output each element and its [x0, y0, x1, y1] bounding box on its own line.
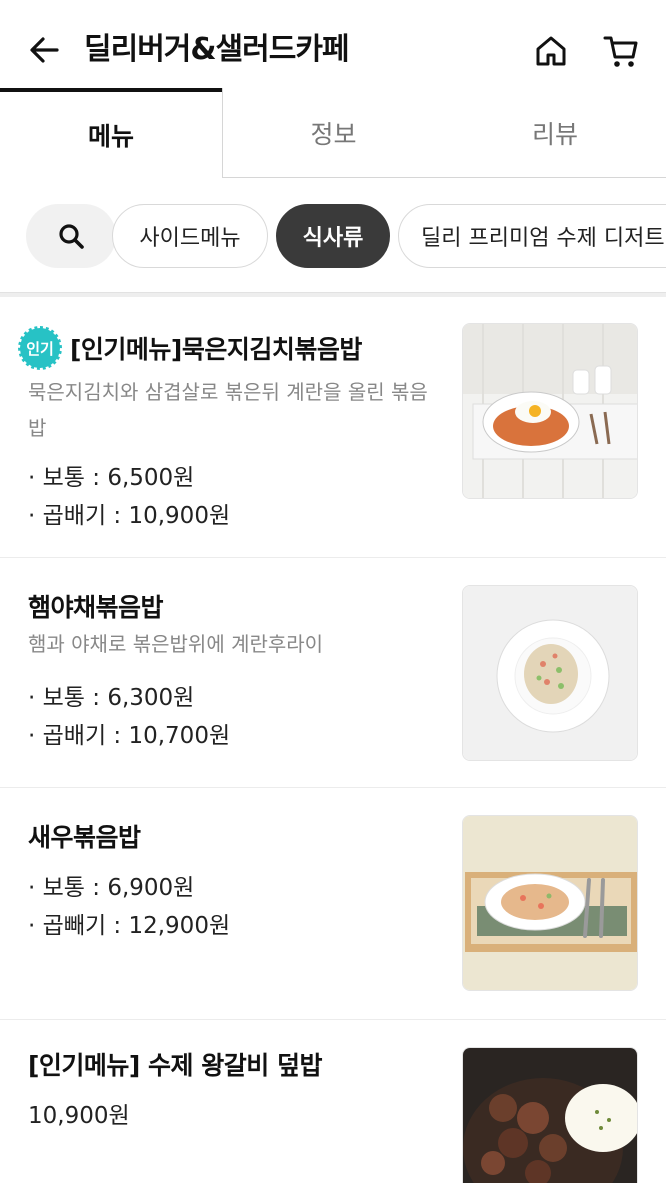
category-search-button[interactable]: [26, 204, 116, 268]
menu-item-shrimp-fried-rice[interactable]: 새우볶음밥 · 보통 : 6,900원 · 곱빼기 : 12,900원: [0, 788, 666, 1020]
chip-side-menu[interactable]: 사이드메뉴: [112, 204, 268, 268]
search-icon: [59, 224, 84, 249]
price-large: · 곱배기 : 10,900원: [28, 503, 231, 529]
price: 10,900원: [28, 1103, 130, 1129]
app-header: 딜리버거&샐러드카페: [0, 0, 666, 92]
menu-item-photo: [462, 815, 638, 991]
popular-badge: 인기: [18, 326, 62, 370]
menu-item-name: [인기메뉴]묵은지김치볶음밥: [70, 335, 362, 364]
tab-menu[interactable]: 메뉴: [0, 88, 222, 178]
price-regular: · 보통 : 6,500원: [28, 465, 195, 491]
menu-item-kimchi-fried-rice[interactable]: 인기 [인기메뉴]묵은지김치볶음밥 묵은지김치와 삼겹살로 볶은뒤 계란을 올린…: [0, 298, 666, 558]
menu-item-photo: [462, 323, 638, 499]
section-divider: [0, 292, 666, 297]
menu-item-galbi-rice-bowl[interactable]: [인기메뉴] 수제 왕갈비 덮밥 10,900원: [0, 1020, 666, 1183]
price-regular: · 보통 : 6,300원: [28, 685, 195, 711]
home-button[interactable]: [530, 30, 572, 72]
menu-item-description: 햄과 야채로 볶은밥위에 계란후라이: [28, 632, 324, 656]
menu-item-description: 묵은지김치와 삼겹살로 볶은뒤 계란을 올린 볶음밥: [28, 380, 428, 440]
menu-item-name: 햄야채볶음밥: [28, 593, 164, 622]
tab-reviews[interactable]: 리뷰: [444, 88, 666, 178]
cart-icon: [603, 36, 638, 67]
tab-bar: 메뉴 정보 리뷰: [0, 88, 666, 178]
price-large: · 곱빼기 : 12,900원: [28, 913, 231, 939]
chip-meals[interactable]: 식사류: [276, 204, 390, 268]
tab-info[interactable]: 정보: [222, 88, 444, 178]
arrow-left-icon: [30, 37, 59, 63]
menu-item-ham-vegetable-fried-rice[interactable]: 햄야채볶음밥 햄과 야채로 볶은밥위에 계란후라이 · 보통 : 6,300원 …: [0, 558, 666, 788]
menu-item-photo: [462, 1047, 638, 1183]
cart-button[interactable]: [600, 30, 642, 72]
menu-item-photo: [462, 585, 638, 761]
category-chips: 사이드메뉴 식사류 딜리 프리미엄 수제 디저트: [0, 200, 666, 272]
price-regular: · 보통 : 6,900원: [28, 875, 195, 901]
chip-premium-dessert[interactable]: 딜리 프리미엄 수제 디저트: [398, 204, 666, 268]
menu-item-name: [인기메뉴] 수제 왕갈비 덮밥: [28, 1051, 322, 1080]
back-button[interactable]: [24, 30, 64, 70]
store-title: 딜리버거&샐러드카페: [84, 32, 350, 67]
price-large: · 곱배기 : 10,700원: [28, 723, 231, 749]
menu-item-name: 새우볶음밥: [28, 823, 141, 852]
home-icon: [536, 36, 566, 66]
